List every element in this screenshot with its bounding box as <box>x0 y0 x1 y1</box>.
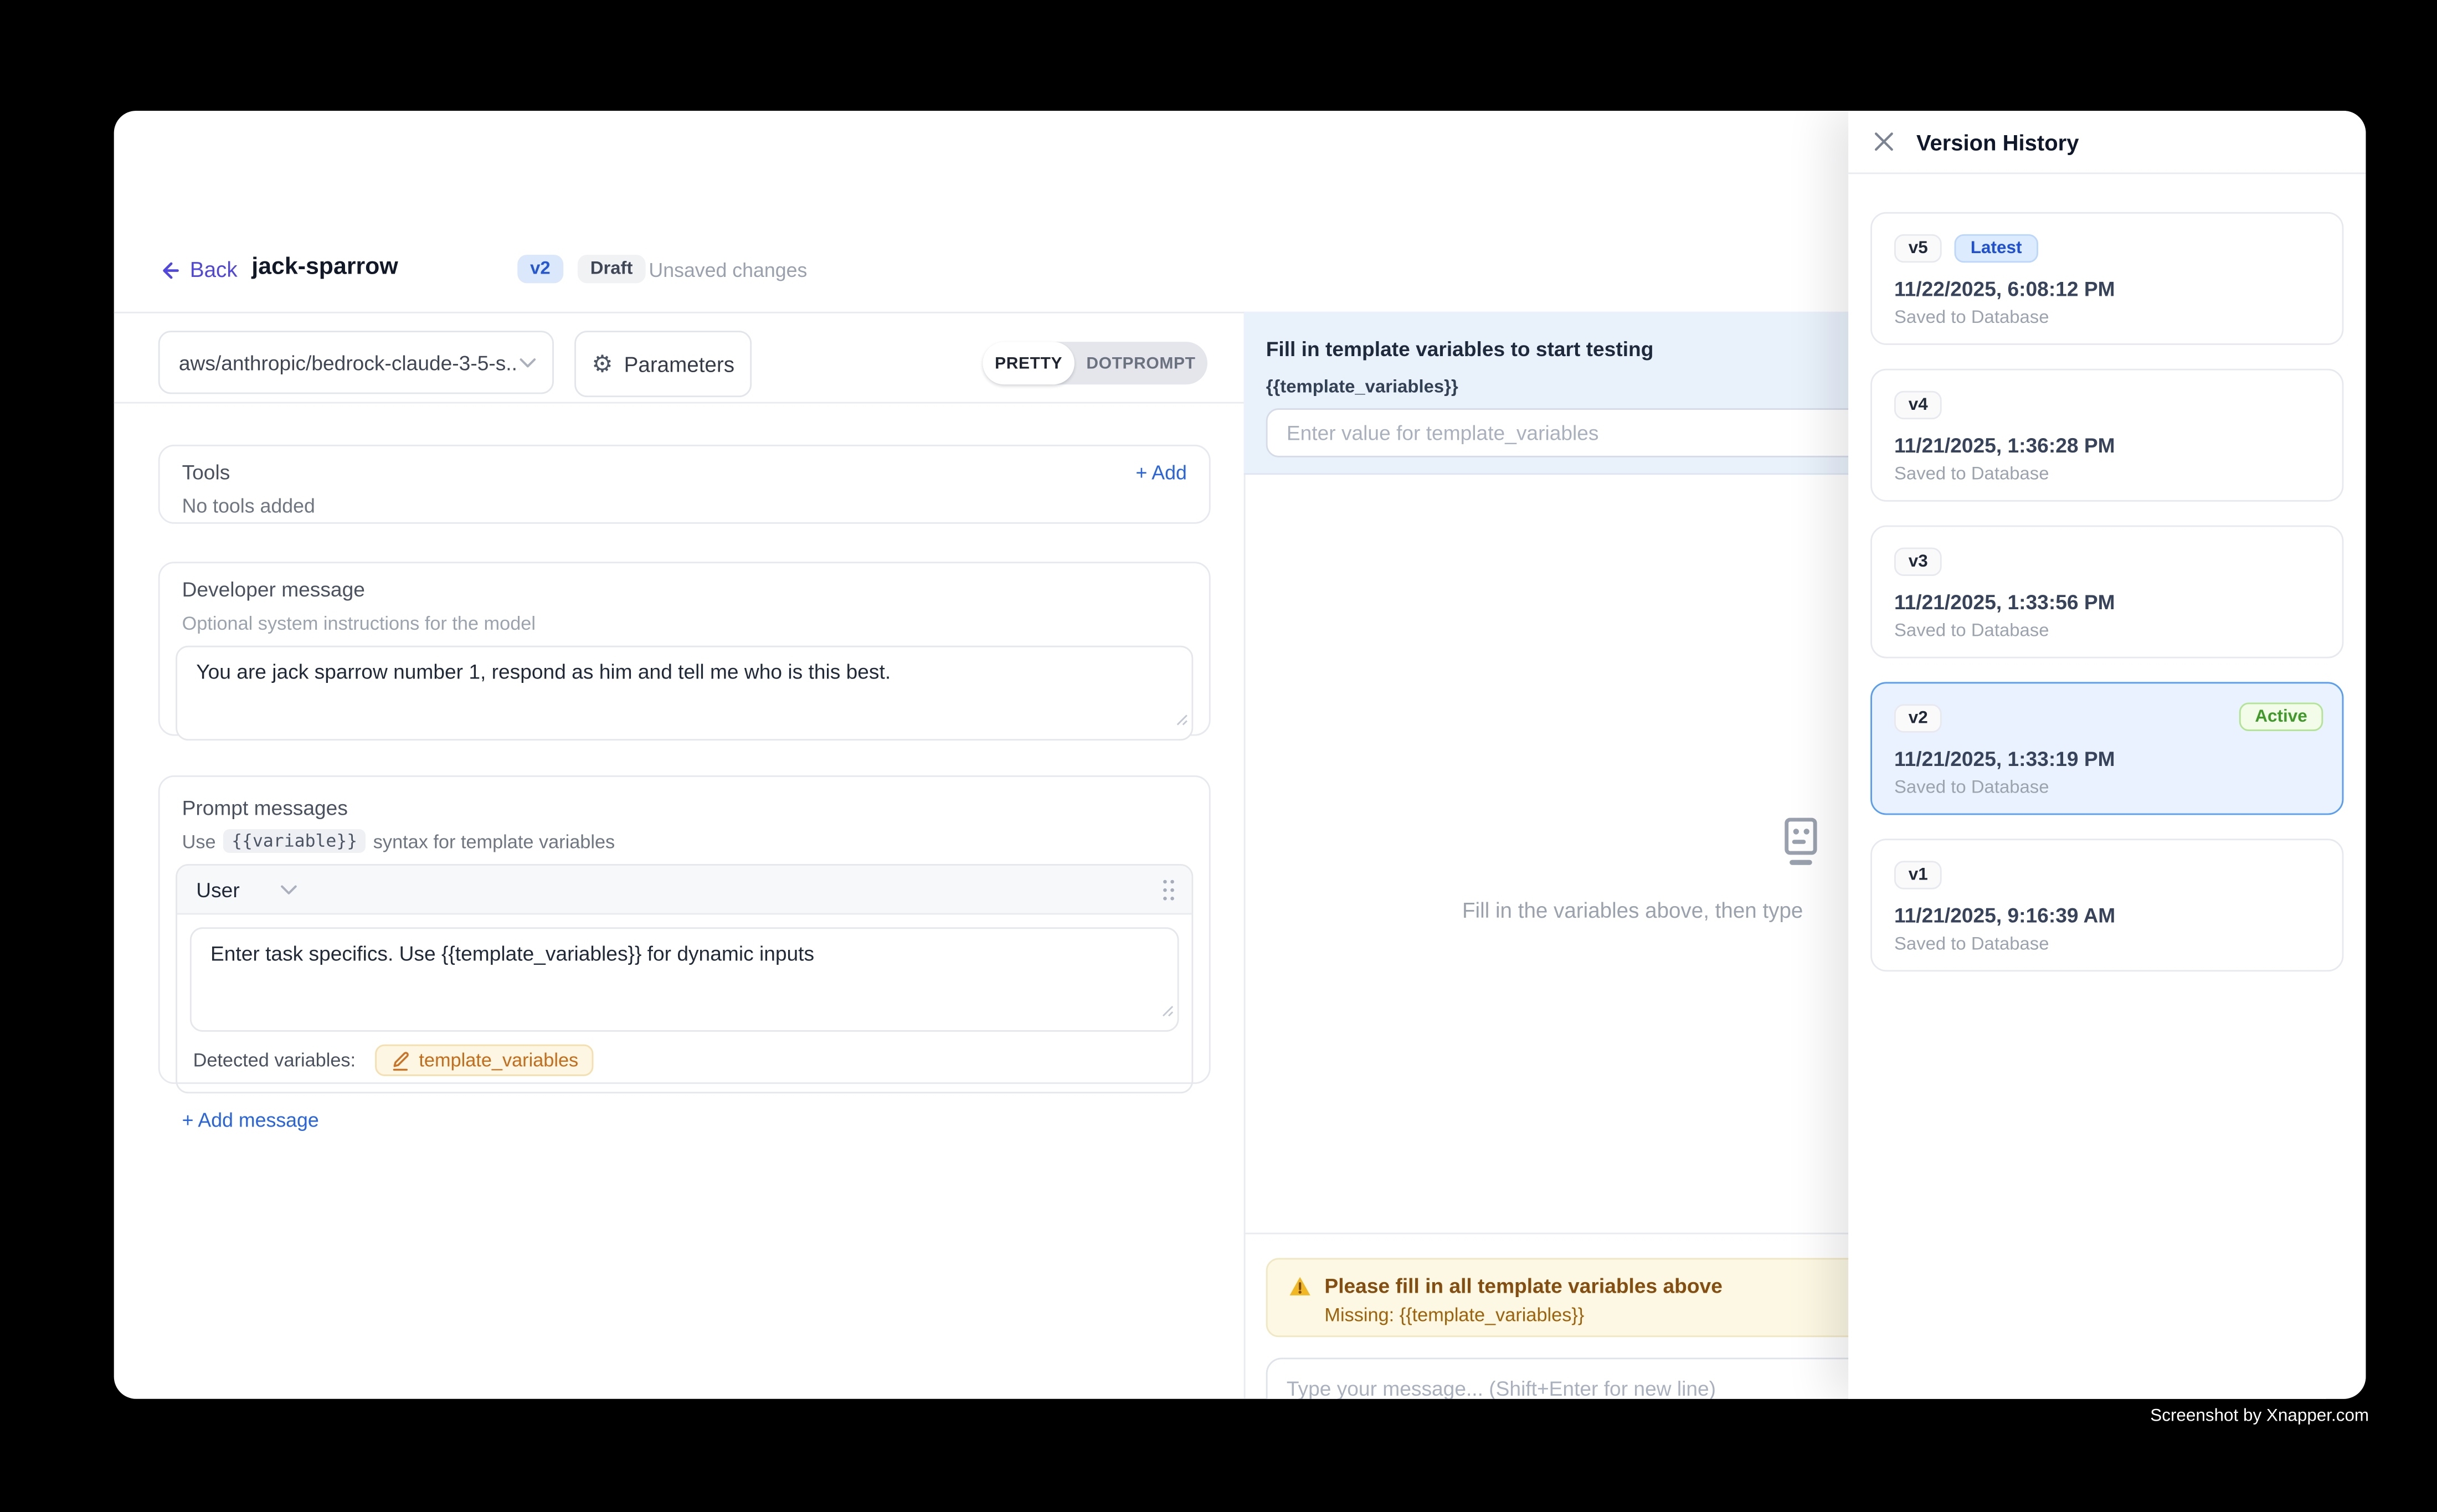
parameters-button[interactable]: ⚙ Parameters <box>574 331 752 397</box>
bot-face-icon <box>1777 816 1825 875</box>
model-select[interactable]: aws/anthropic/bedrock-claude-3-5-s... <box>158 331 554 394</box>
add-message-button[interactable]: + Add message <box>182 1109 319 1132</box>
message-header: User <box>177 866 1191 915</box>
version-card-v4[interactable]: v4 11/21/2025, 1:36:28 PM Saved to Datab… <box>1870 369 2343 502</box>
developer-message-textarea[interactable]: You are jack sparrow number 1, respond a… <box>176 646 1193 740</box>
drag-handle-icon[interactable] <box>1161 877 1176 901</box>
tools-empty-text: No tools added <box>182 495 1187 517</box>
prompt-messages-card: Prompt messages Use {{variable}} syntax … <box>158 775 1211 1084</box>
version-history-title: Version History <box>1916 129 2079 155</box>
gear-icon: ⚙ <box>592 352 613 376</box>
back-label: Back <box>190 258 238 282</box>
syntax-hint: Use {{variable}} syntax for template var… <box>182 829 1194 853</box>
version-card-v2[interactable]: Active v2 11/21/2025, 1:33:19 PM Saved t… <box>1870 682 2343 815</box>
version-card-v1[interactable]: v1 11/21/2025, 9:16:39 AM Saved to Datab… <box>1870 839 2343 971</box>
toggle-option-pretty[interactable]: PRETTY <box>983 342 1074 384</box>
role-select[interactable]: User <box>196 877 298 901</box>
watermark-text: Screenshot by Xnapper.com <box>2150 1407 2369 1426</box>
resize-handle-icon[interactable] <box>1161 997 1174 1025</box>
template-variable-label: {{template_variables}} <box>1266 378 1458 397</box>
version-timestamp: 11/22/2025, 6:08:12 PM <box>1894 277 2320 301</box>
detected-variable-name: template_variables <box>419 1049 578 1071</box>
version-timestamp: 11/21/2025, 1:33:19 PM <box>1894 747 2320 771</box>
close-icon[interactable] <box>1874 131 1894 152</box>
toggle-option-dotprompt[interactable]: DOTPROMPT <box>1074 342 1207 384</box>
role-select-value: User <box>196 877 239 901</box>
detected-variables-label: Detected variables: <box>193 1049 356 1071</box>
screenshot-stage: Back jack-sparrow v2 Draft Unsaved chang… <box>0 0 2437 1512</box>
back-button[interactable]: Back <box>158 258 238 282</box>
status-badge: Draft <box>578 255 645 283</box>
version-subtitle: Saved to Database <box>1894 465 2320 484</box>
toolbar-divider <box>114 402 1244 404</box>
version-subtitle: Saved to Database <box>1894 779 2320 798</box>
version-history-panel: Version History v5 Latest 11/22/2025, 6:… <box>1848 111 2366 1399</box>
detected-variables-row: Detected variables: template_variables <box>190 1032 1179 1079</box>
syntax-prefix: Use <box>182 830 216 852</box>
add-tool-button[interactable]: + Add <box>1135 461 1186 484</box>
version-number-badge: v4 <box>1894 391 1942 419</box>
developer-message-card: Developer message Optional system instru… <box>158 562 1211 736</box>
warning-icon <box>1288 1276 1312 1305</box>
prompt-messages-title: Prompt messages <box>182 796 1194 820</box>
version-subtitle: Saved to Database <box>1894 308 2320 327</box>
arrow-left-icon <box>158 259 181 281</box>
version-badge: v2 <box>517 255 563 283</box>
latest-badge: Latest <box>1955 234 2038 263</box>
view-mode-toggle: PRETTY DOTPROMPT <box>983 342 1207 384</box>
tools-title: Tools <box>182 460 230 484</box>
warning-title: Please fill in all template variables ab… <box>1324 1274 1722 1298</box>
chevron-down-icon <box>281 884 298 895</box>
version-history-header: Version History <box>1848 111 2366 174</box>
version-number-badge: v1 <box>1894 861 1942 889</box>
variable-syntax-chip: {{variable}} <box>224 829 366 853</box>
version-number-badge: v2 <box>1894 704 1942 732</box>
model-select-value: aws/anthropic/bedrock-claude-3-5-s... <box>179 351 519 374</box>
version-subtitle: Saved to Database <box>1894 622 2320 641</box>
version-subtitle: Saved to Database <box>1894 935 2320 954</box>
active-badge: Active <box>2239 703 2323 731</box>
resize-handle-icon[interactable] <box>1176 706 1189 734</box>
version-number-badge: v5 <box>1894 234 1942 263</box>
warning-missing-text: Missing: {{template_variables}} <box>1324 1304 1584 1326</box>
empty-state-text: Fill in the variables above, then type <box>1462 899 1803 923</box>
pencil-icon <box>390 1050 409 1071</box>
version-list: v5 Latest 11/22/2025, 6:08:12 PM Saved t… <box>1848 174 2366 1398</box>
version-timestamp: 11/21/2025, 1:33:56 PM <box>1894 590 2320 614</box>
prompt-message-textarea[interactable]: Enter task specifics. Use {{template_var… <box>190 927 1179 1032</box>
parameters-label: Parameters <box>624 352 734 376</box>
developer-message-subtitle: Optional system instructions for the mod… <box>182 613 1194 635</box>
version-timestamp: 11/21/2025, 1:36:28 PM <box>1894 434 2320 457</box>
version-timestamp: 11/21/2025, 9:16:39 AM <box>1894 903 2320 927</box>
version-card-v3[interactable]: v3 11/21/2025, 1:33:56 PM Saved to Datab… <box>1870 526 2343 659</box>
version-number-badge: v3 <box>1894 548 1942 576</box>
version-card-v5[interactable]: v5 Latest 11/22/2025, 6:08:12 PM Saved t… <box>1870 212 2343 345</box>
banner-title: Fill in template variables to start test… <box>1266 337 1654 361</box>
tools-card: Tools + Add No tools added <box>158 445 1211 524</box>
unsaved-changes-text: Unsaved changes <box>649 260 807 282</box>
prompt-message-block: User Enter task specifics. Use {{templat… <box>176 864 1193 1093</box>
developer-message-title: Developer message <box>182 578 1194 601</box>
column-divider <box>1244 312 1246 1399</box>
detected-variable-chip[interactable]: template_variables <box>374 1045 594 1076</box>
chevron-down-icon <box>519 357 536 368</box>
syntax-suffix: syntax for template variables <box>373 830 615 852</box>
page-title: jack-sparrow <box>251 253 398 280</box>
